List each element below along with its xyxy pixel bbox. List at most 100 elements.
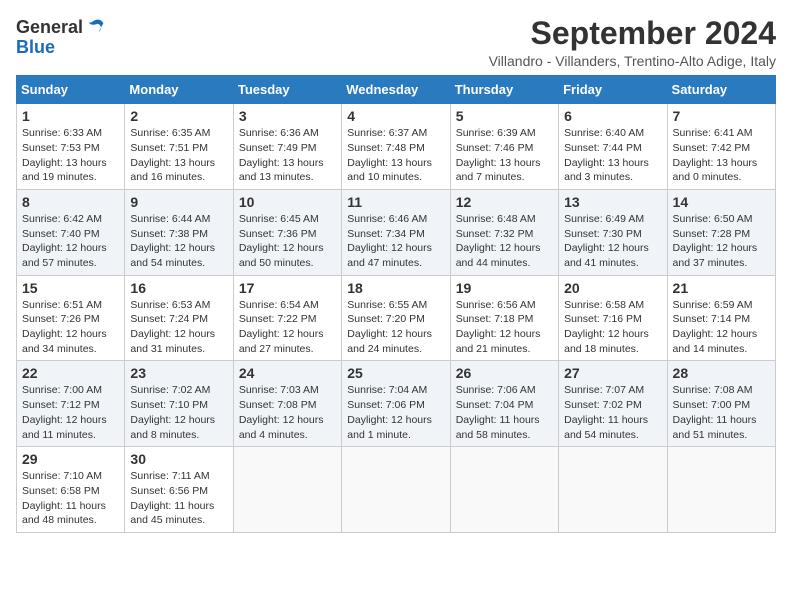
calendar-cell: 17 Sunrise: 6:54 AM Sunset: 7:22 PM Dayli… — [233, 275, 341, 361]
logo-blue: Blue — [16, 37, 55, 57]
calendar-header-row: SundayMondayTuesdayWednesdayThursdayFrid… — [17, 76, 776, 104]
logo: General Blue — [16, 16, 107, 58]
day-info: Sunrise: 7:02 AM Sunset: 7:10 PM Dayligh… — [130, 383, 227, 442]
calendar-cell: 19 Sunrise: 6:56 AM Sunset: 7:18 PM Dayli… — [450, 275, 558, 361]
calendar-cell: 23 Sunrise: 7:02 AM Sunset: 7:10 PM Dayli… — [125, 361, 233, 447]
day-number: 30 — [130, 451, 227, 467]
calendar-cell: 16 Sunrise: 6:53 AM Sunset: 7:24 PM Dayli… — [125, 275, 233, 361]
calendar-cell: 25Sunrise: 7:04 AM Sunset: 7:06 PM Dayli… — [342, 361, 450, 447]
day-number: 18 — [347, 280, 444, 296]
calendar-cell: 18Sunrise: 6:55 AM Sunset: 7:20 PM Dayli… — [342, 275, 450, 361]
day-info: Sunrise: 6:41 AM Sunset: 7:42 PM Dayligh… — [673, 126, 770, 185]
calendar-cell: 10 Sunrise: 6:45 AM Sunset: 7:36 PM Dayli… — [233, 189, 341, 275]
calendar-cell: 12Sunrise: 6:48 AM Sunset: 7:32 PM Dayli… — [450, 189, 558, 275]
day-info: Sunrise: 7:10 AM Sunset: 6:58 PM Dayligh… — [22, 469, 119, 528]
day-info: Sunrise: 6:45 AM Sunset: 7:36 PM Dayligh… — [239, 212, 336, 271]
day-info: Sunrise: 6:51 AM Sunset: 7:26 PM Dayligh… — [22, 298, 119, 357]
day-number: 14 — [673, 194, 770, 210]
calendar-week-row: 8 Sunrise: 6:42 AM Sunset: 7:40 PM Daylig… — [17, 189, 776, 275]
day-number: 1 — [22, 108, 119, 124]
calendar-cell: 11 Sunrise: 6:46 AM Sunset: 7:34 PM Dayli… — [342, 189, 450, 275]
col-header-saturday: Saturday — [667, 76, 775, 104]
calendar-cell: 13Sunrise: 6:49 AM Sunset: 7:30 PM Dayli… — [559, 189, 667, 275]
col-header-friday: Friday — [559, 76, 667, 104]
day-info: Sunrise: 6:46 AM Sunset: 7:34 PM Dayligh… — [347, 212, 444, 271]
day-info: Sunrise: 6:56 AM Sunset: 7:18 PM Dayligh… — [456, 298, 553, 357]
day-number: 17 — [239, 280, 336, 296]
col-header-tuesday: Tuesday — [233, 76, 341, 104]
calendar-cell: 22 Sunrise: 7:00 AM Sunset: 7:12 PM Dayli… — [17, 361, 125, 447]
day-info: Sunrise: 6:42 AM Sunset: 7:40 PM Dayligh… — [22, 212, 119, 271]
day-number: 8 — [22, 194, 119, 210]
day-info: Sunrise: 6:53 AM Sunset: 7:24 PM Dayligh… — [130, 298, 227, 357]
calendar-cell: 8 Sunrise: 6:42 AM Sunset: 7:40 PM Daylig… — [17, 189, 125, 275]
day-info: Sunrise: 6:40 AM Sunset: 7:44 PM Dayligh… — [564, 126, 661, 185]
day-info: Sunrise: 6:37 AM Sunset: 7:48 PM Dayligh… — [347, 126, 444, 185]
col-header-sunday: Sunday — [17, 76, 125, 104]
page-header: General Blue September 2024 Villandro - … — [16, 16, 776, 69]
month-title: September 2024 — [489, 16, 776, 51]
day-number: 16 — [130, 280, 227, 296]
day-info: Sunrise: 7:00 AM Sunset: 7:12 PM Dayligh… — [22, 383, 119, 442]
calendar-cell: 1 Sunrise: 6:33 AM Sunset: 7:53 PM Daylig… — [17, 104, 125, 190]
title-area: September 2024 Villandro - Villanders, T… — [489, 16, 776, 69]
day-number: 20 — [564, 280, 661, 296]
day-info: Sunrise: 6:50 AM Sunset: 7:28 PM Dayligh… — [673, 212, 770, 271]
calendar-cell: 24Sunrise: 7:03 AM Sunset: 7:08 PM Dayli… — [233, 361, 341, 447]
calendar-cell — [450, 447, 558, 533]
calendar-table: SundayMondayTuesdayWednesdayThursdayFrid… — [16, 75, 776, 533]
day-number: 15 — [22, 280, 119, 296]
day-info: Sunrise: 6:58 AM Sunset: 7:16 PM Dayligh… — [564, 298, 661, 357]
calendar-cell: 21 Sunrise: 6:59 AM Sunset: 7:14 PM Dayli… — [667, 275, 775, 361]
day-number: 2 — [130, 108, 227, 124]
calendar-cell: 28Sunrise: 7:08 AM Sunset: 7:00 PM Dayli… — [667, 361, 775, 447]
calendar-week-row: 1 Sunrise: 6:33 AM Sunset: 7:53 PM Daylig… — [17, 104, 776, 190]
calendar-cell: 15 Sunrise: 6:51 AM Sunset: 7:26 PM Dayli… — [17, 275, 125, 361]
calendar-cell: 14 Sunrise: 6:50 AM Sunset: 7:28 PM Dayli… — [667, 189, 775, 275]
calendar-cell: 26Sunrise: 7:06 AM Sunset: 7:04 PM Dayli… — [450, 361, 558, 447]
calendar-cell — [233, 447, 341, 533]
day-info: Sunrise: 7:08 AM Sunset: 7:00 PM Dayligh… — [673, 383, 770, 442]
calendar-cell: 9 Sunrise: 6:44 AM Sunset: 7:38 PM Daylig… — [125, 189, 233, 275]
location-subtitle: Villandro - Villanders, Trentino-Alto Ad… — [489, 53, 776, 69]
logo-general: General — [16, 18, 83, 36]
day-number: 26 — [456, 365, 553, 381]
calendar-cell: 7Sunrise: 6:41 AM Sunset: 7:42 PM Daylig… — [667, 104, 775, 190]
day-number: 29 — [22, 451, 119, 467]
calendar-cell — [559, 447, 667, 533]
day-number: 6 — [564, 108, 661, 124]
day-info: Sunrise: 6:35 AM Sunset: 7:51 PM Dayligh… — [130, 126, 227, 185]
day-info: Sunrise: 6:39 AM Sunset: 7:46 PM Dayligh… — [456, 126, 553, 185]
day-info: Sunrise: 6:54 AM Sunset: 7:22 PM Dayligh… — [239, 298, 336, 357]
day-number: 21 — [673, 280, 770, 296]
day-number: 19 — [456, 280, 553, 296]
day-number: 25 — [347, 365, 444, 381]
day-info: Sunrise: 6:59 AM Sunset: 7:14 PM Dayligh… — [673, 298, 770, 357]
day-number: 12 — [456, 194, 553, 210]
day-info: Sunrise: 6:33 AM Sunset: 7:53 PM Dayligh… — [22, 126, 119, 185]
day-info: Sunrise: 7:11 AM Sunset: 6:56 PM Dayligh… — [130, 469, 227, 528]
day-number: 13 — [564, 194, 661, 210]
calendar-cell — [667, 447, 775, 533]
day-info: Sunrise: 6:36 AM Sunset: 7:49 PM Dayligh… — [239, 126, 336, 185]
day-info: Sunrise: 6:44 AM Sunset: 7:38 PM Dayligh… — [130, 212, 227, 271]
calendar-cell: 6 Sunrise: 6:40 AM Sunset: 7:44 PM Daylig… — [559, 104, 667, 190]
day-number: 23 — [130, 365, 227, 381]
calendar-week-row: 15 Sunrise: 6:51 AM Sunset: 7:26 PM Dayli… — [17, 275, 776, 361]
col-header-wednesday: Wednesday — [342, 76, 450, 104]
day-number: 10 — [239, 194, 336, 210]
calendar-cell: 27Sunrise: 7:07 AM Sunset: 7:02 PM Dayli… — [559, 361, 667, 447]
day-number: 11 — [347, 194, 444, 210]
calendar-cell: 3Sunrise: 6:36 AM Sunset: 7:49 PM Daylig… — [233, 104, 341, 190]
day-number: 24 — [239, 365, 336, 381]
day-number: 22 — [22, 365, 119, 381]
calendar-cell — [342, 447, 450, 533]
calendar-cell: 20 Sunrise: 6:58 AM Sunset: 7:16 PM Dayli… — [559, 275, 667, 361]
day-number: 9 — [130, 194, 227, 210]
day-number: 5 — [456, 108, 553, 124]
calendar-cell: 4Sunrise: 6:37 AM Sunset: 7:48 PM Daylig… — [342, 104, 450, 190]
calendar-cell: 30 Sunrise: 7:11 AM Sunset: 6:56 PM Dayli… — [125, 447, 233, 533]
calendar-cell: 2 Sunrise: 6:35 AM Sunset: 7:51 PM Daylig… — [125, 104, 233, 190]
calendar-cell: 5 Sunrise: 6:39 AM Sunset: 7:46 PM Daylig… — [450, 104, 558, 190]
day-info: Sunrise: 7:07 AM Sunset: 7:02 PM Dayligh… — [564, 383, 661, 442]
